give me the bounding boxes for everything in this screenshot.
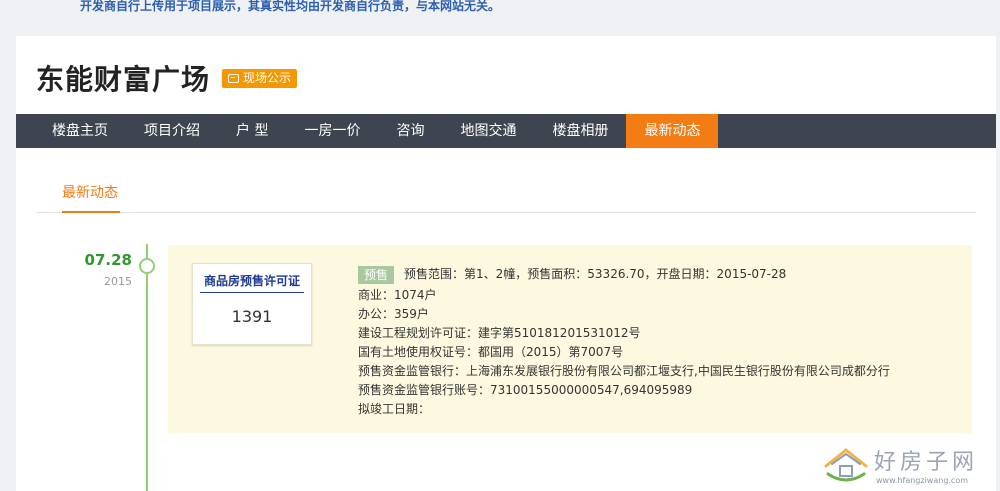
permit-title: 商品房预售许可证 [203, 274, 300, 288]
title-row: 东能财富广场 现场公示 [36, 58, 298, 98]
subtab-latest-news[interactable]: 最新动态 [62, 182, 118, 202]
info-line-commercial: 商业：1074户 [358, 288, 437, 302]
info-line-office: 办公：359户 [358, 307, 429, 321]
watermark-text: 好房子网 [874, 450, 979, 475]
timeline-dot [139, 258, 155, 274]
nav-tab-consult[interactable]: 咨询 [378, 114, 442, 148]
permit-number: 1391 [231, 307, 273, 326]
info-line-planning-permit: 建设工程规划许可证：建字第510181201531012号 [358, 326, 641, 340]
main-nav: 楼盘主页 项目介绍 户 型 一房一价 咨询 地图交通 楼盘相册 最新动态 [16, 114, 996, 148]
nav-tab-intro[interactable]: 项目介绍 [126, 114, 218, 148]
nav-tab-map[interactable]: 地图交通 [442, 114, 534, 148]
subtab-divider [36, 212, 976, 213]
project-panel: 东能财富广场 现场公示 楼盘主页 项目介绍 户 型 一房一价 咨询 地图交通 楼… [16, 36, 996, 491]
chat-icon [228, 73, 240, 83]
house-logo-icon [824, 448, 868, 482]
live-badge-label: 现场公示 [243, 70, 292, 85]
nav-tab-floorplans[interactable]: 户 型 [218, 114, 286, 148]
info-line-land-certificate: 国有土地使用权证号：都国用（2015）第7007号 [358, 345, 624, 359]
presale-info: 预售 预售范围：第1、2幢，预售面积：53326.70，开盘日期：2015-07… [358, 265, 890, 419]
live-announcement-badge[interactable]: 现场公示 [222, 68, 298, 88]
nav-tab-news[interactable]: 最新动态 [626, 114, 719, 148]
nav-tab-price-list[interactable]: 一房一价 [286, 114, 378, 148]
info-line-escrow-bank: 预售资金监管银行：上海浦东发展银行股份有限公司都江堰支行,中国民生银行股份有限公… [358, 364, 890, 378]
timeline-line [146, 244, 148, 491]
site-watermark: 好房子网 www.hfangziwang.com [822, 442, 994, 490]
page-title: 东能财富广场 [36, 63, 211, 96]
disclaimer-text: 开发商自行上传用于项目展示，其真实性均由开发商自行负责，与本网站无关。 [80, 0, 501, 13]
presale-badge: 预售 [358, 265, 395, 284]
nav-tab-album[interactable]: 楼盘相册 [534, 114, 626, 148]
presale-scope-text: 预售范围：第1、2幢，预售面积：53326.70，开盘日期：2015-07-28 [404, 267, 787, 281]
info-line-scope: 预售 预售范围：第1、2幢，预售面积：53326.70，开盘日期：2015-07… [358, 265, 890, 284]
info-line-completion-date: 拟竣工日期： [358, 402, 431, 416]
timeline-year: 2015 [104, 275, 132, 288]
permit-divider [200, 292, 304, 293]
presale-permit-thumbnail[interactable]: 商品房预售许可证 1391 [192, 263, 312, 345]
info-line-escrow-account: 预售资金监管银行账号：73100155000000547,694095989 [358, 383, 693, 397]
watermark-url: www.hfangziwang.com [876, 476, 969, 485]
news-card: 商品房预售许可证 1391 预售 预售范围：第1、2幢，预售面积：53326.7… [168, 245, 972, 433]
timeline-date: 07.28 [84, 251, 132, 269]
subtab-active-underline [62, 211, 120, 213]
nav-tab-home[interactable]: 楼盘主页 [16, 114, 126, 148]
